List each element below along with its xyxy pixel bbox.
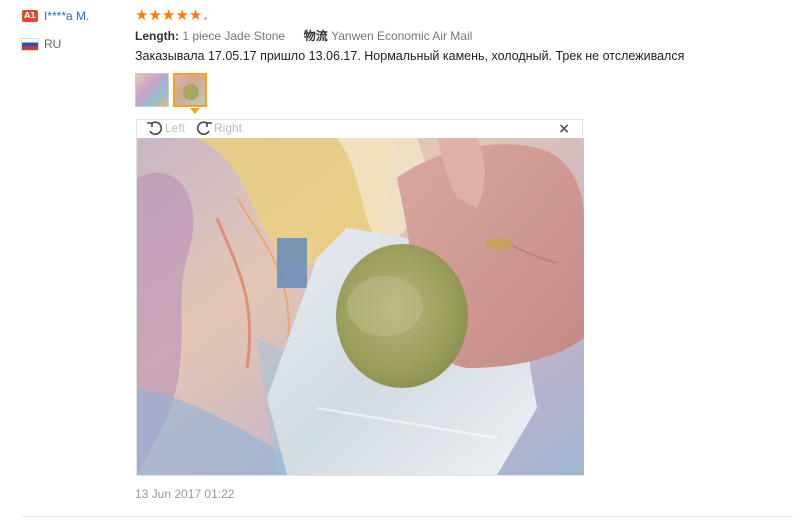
star-icon: ★ [175, 6, 189, 24]
photo-viewer-toolbar: Left Right × [137, 120, 582, 138]
rotate-right-button[interactable]: Right [195, 120, 242, 136]
rotate-right-label: Right [214, 121, 243, 135]
buyer-level-badge: A1 [22, 10, 38, 22]
rotate-left-button[interactable]: Left [146, 120, 185, 136]
reviewer-row: A1 I****a M. [22, 8, 132, 24]
rotate-left-icon [147, 121, 163, 135]
review-date: 13 Jun 2017 01:22 [135, 487, 235, 501]
reviewer-country: RU [44, 37, 62, 51]
reviewer-name[interactable]: I****a M. [44, 9, 89, 23]
star-icon: ★ [188, 6, 203, 24]
attribute-key-length: Length: [135, 29, 179, 43]
reviewer-panel: A1 I****a M. RU [22, 8, 132, 51]
attribute-value-length: 1 piece Jade Stone [182, 29, 286, 43]
photo-thumbnail-active[interactable] [173, 73, 207, 107]
attribute-value-logistics: Yanwen Economic Air Mail [331, 29, 473, 43]
review-photo [137, 138, 584, 475]
star-icon: ★ [161, 6, 176, 24]
rating-dot [204, 16, 208, 20]
reviewer-country-row: RU [22, 37, 132, 51]
star-icon: ★ [135, 6, 149, 24]
close-icon[interactable]: × [558, 122, 570, 136]
thumbnail-pointer [190, 108, 200, 114]
review-divider [22, 516, 793, 517]
photo-viewer: Left Right × [136, 119, 584, 476]
rotate-right-icon [196, 121, 212, 135]
attribute-key-logistics: 物流 [303, 29, 328, 43]
russia-flag-icon [22, 38, 38, 50]
product-attributes: Length: 1 piece Jade Stone 物流 Yanwen Eco… [135, 27, 472, 44]
photo-thumbnails [135, 73, 207, 107]
rotate-left-label: Left [165, 121, 186, 135]
star-icon: ★ [148, 6, 162, 24]
review-text: Заказывала 17.05.17 пришло 13.06.17. Нор… [135, 49, 685, 63]
star-rating: ★ ★ ★ ★ ★ [135, 5, 208, 25]
photo-thumbnail[interactable] [135, 73, 169, 107]
